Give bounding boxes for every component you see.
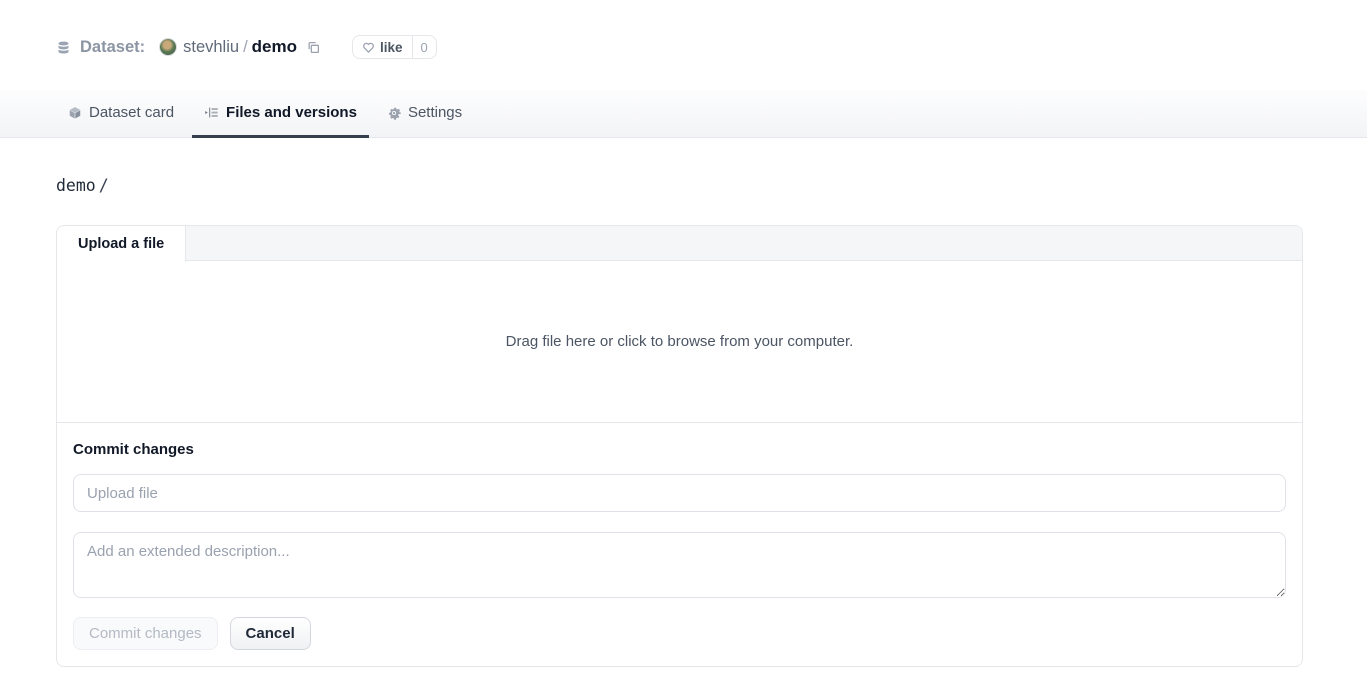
dropzone-text: Drag file here or click to browse from y… [506, 333, 854, 350]
breadcrumb-separator: / [99, 176, 109, 195]
avatar[interactable] [159, 38, 177, 56]
like-button[interactable]: like [353, 36, 412, 58]
tab-dataset-card[interactable]: Dataset card [56, 90, 186, 138]
repo-header: Dataset: stevhliu / demo like 0 [0, 0, 1367, 90]
like-label: like [380, 40, 403, 55]
database-icon [56, 40, 71, 55]
commit-heading: Commit changes [73, 441, 1286, 458]
tab-upload-a-file[interactable]: Upload a file [57, 226, 186, 262]
commit-button-row: Commit changes Cancel [73, 617, 1286, 650]
tab-label: Dataset card [89, 104, 174, 121]
dataset-card-icon [68, 106, 82, 120]
breadcrumb: demo / [56, 176, 1303, 195]
breadcrumb-repo-link[interactable]: demo [56, 176, 96, 195]
repo-owner-link[interactable]: stevhliu [183, 38, 239, 57]
repo-separator: / [243, 38, 248, 57]
tab-settings[interactable]: Settings [375, 90, 474, 138]
repo-tab-band: Dataset card Files and versions Settings [0, 90, 1367, 138]
repo-type-label: Dataset: [80, 38, 145, 57]
repo-name-link[interactable]: demo [252, 37, 297, 57]
commit-section: Commit changes Commit changes Cancel [57, 422, 1302, 666]
upload-tabstrip: Upload a file [57, 226, 1302, 261]
like-widget: like 0 [352, 35, 437, 59]
tab-files-and-versions[interactable]: Files and versions [192, 90, 369, 138]
upload-card: Upload a file Drag file here or click to… [56, 225, 1303, 667]
commit-summary-input[interactable] [73, 474, 1286, 512]
commit-description-textarea[interactable] [73, 532, 1286, 598]
file-dropzone[interactable]: Drag file here or click to browse from y… [57, 261, 1302, 422]
like-count[interactable]: 0 [412, 36, 436, 58]
commit-changes-button[interactable]: Commit changes [73, 617, 218, 650]
main-content: demo / Upload a file Drag file here or c… [0, 176, 1367, 667]
heart-icon [362, 41, 375, 54]
copy-icon[interactable] [305, 39, 322, 56]
files-versions-icon [204, 105, 219, 120]
tab-label: Files and versions [226, 104, 357, 121]
gear-icon [387, 106, 401, 120]
tab-label: Settings [408, 104, 462, 121]
cancel-button[interactable]: Cancel [230, 617, 311, 650]
